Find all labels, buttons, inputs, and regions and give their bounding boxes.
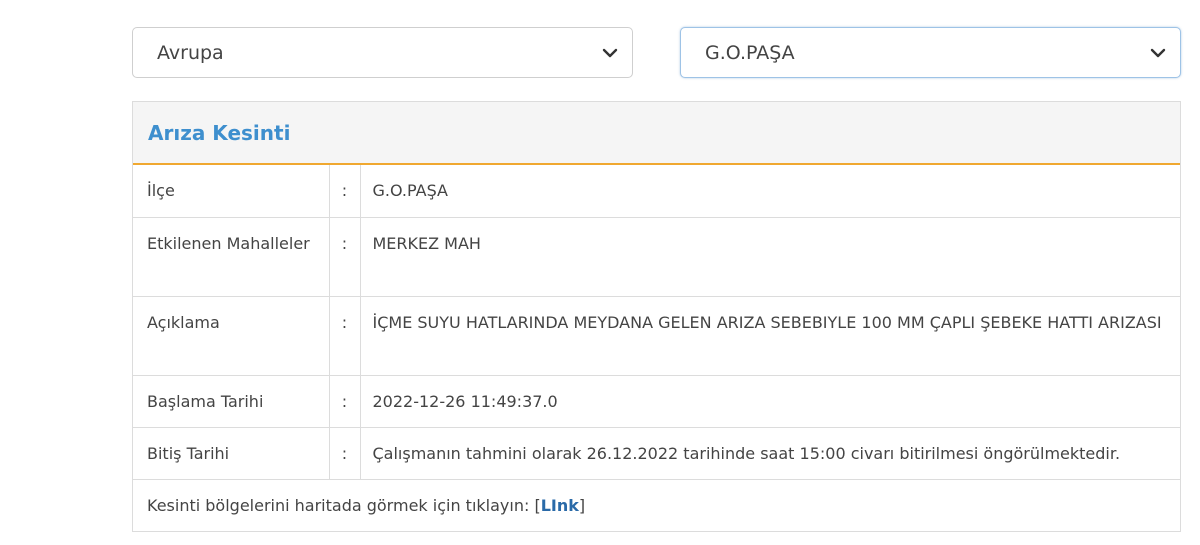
row-value: G.O.PAŞA [372, 181, 448, 200]
row-value: Çalışmanın tahmini olarak 26.12.2022 tar… [360, 426, 1180, 479]
row-value: İÇME SUYU HATLARINDA MEYDANA GELEN ARIZA… [360, 295, 1180, 375]
row-label: Açıklama [133, 295, 330, 375]
row-label: Etkilenen Mahalleler [133, 216, 330, 296]
chevron-down-icon [602, 48, 618, 57]
row-separator: : [329, 295, 361, 375]
panel-title: Arıza Kesinti [148, 120, 291, 145]
region-select[interactable]: Avrupa [132, 27, 633, 78]
district-select[interactable]: G.O.PAŞA [680, 27, 1181, 78]
district-select-value: G.O.PAŞA [705, 41, 795, 64]
panel-header: Arıza Kesinti [133, 102, 1180, 165]
footer-bracket-close: ] [578, 496, 586, 515]
row-label: Başlama Tarihi [133, 374, 330, 427]
map-link[interactable]: LInk [541, 496, 579, 515]
table-row: İlçe : G.O.PAŞA [133, 165, 1180, 217]
table-row: Etkilenen Mahalleler : MERKEZ MAH [133, 216, 1180, 296]
table-row: Başlama Tarihi : 2022-12-26 11:49:37.0 [133, 374, 1180, 427]
outage-details-table: İlçe : G.O.PAŞA Etkilenen Mahalleler : M… [133, 165, 1180, 479]
row-separator: : [329, 426, 361, 479]
table-row: Bitiş Tarihi : Çalışmanın tahmini olarak… [133, 426, 1180, 479]
row-label: İlçe [133, 165, 330, 217]
row-separator: : [329, 216, 361, 296]
row-separator: : [329, 374, 361, 427]
region-select-value: Avrupa [157, 41, 224, 64]
footer-text: Kesinti bölgelerini haritada görmek için… [147, 496, 535, 515]
row-value: 2022-12-26 11:49:37.0 [360, 374, 1180, 427]
outage-panel: Arıza Kesinti İlçe : G.O.PAŞA Etkilenen … [132, 101, 1181, 532]
row-value: MERKEZ MAH [360, 216, 1180, 296]
row-separator: : [329, 165, 361, 217]
row-label: Bitiş Tarihi [133, 426, 330, 479]
chevron-down-icon [1150, 48, 1166, 57]
map-link-footer: Kesinti bölgelerini haritada görmek için… [133, 479, 1180, 531]
table-row: Açıklama : İÇME SUYU HATLARINDA MEYDANA … [133, 295, 1180, 375]
